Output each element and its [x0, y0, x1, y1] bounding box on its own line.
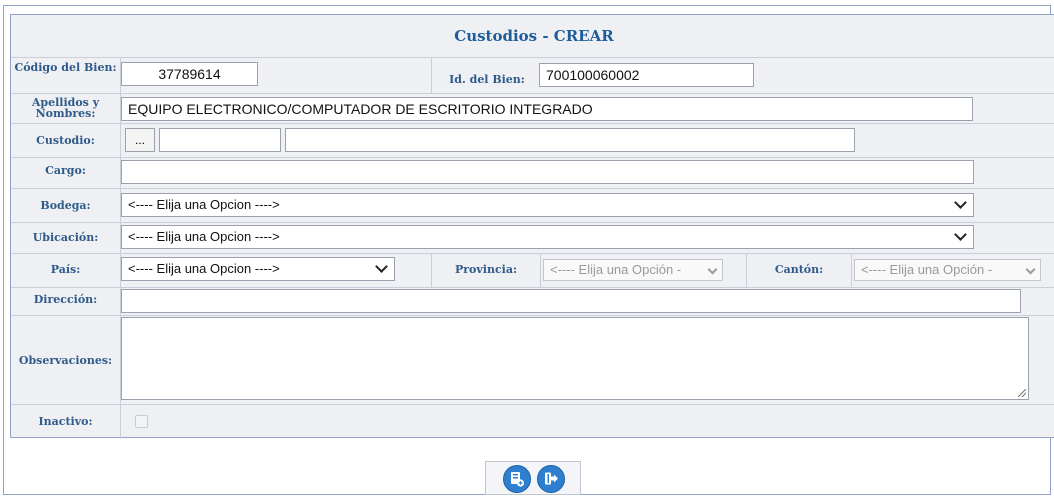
chevron-down-icon: [375, 260, 388, 273]
row-divider: [11, 93, 1054, 94]
bodega-select[interactable]: <---- Elija una Opcion ---->: [121, 193, 974, 217]
inactivo-checkbox[interactable]: [135, 415, 148, 428]
id-bien-field[interactable]: 700100060002: [539, 63, 754, 87]
canton-select[interactable]: <---- Elija una Opción -: [854, 259, 1041, 281]
canton-select-value: <---- Elija una Opción -: [861, 262, 993, 277]
bodega-label: Bodega:: [40, 199, 91, 212]
row-divider: [11, 222, 1054, 223]
row-divider: [11, 157, 1054, 158]
row-divider: [11, 315, 1054, 316]
inactivo-label: Inactivo:: [38, 415, 93, 428]
direccion-label: Dirección:: [33, 293, 98, 306]
pais-select-value: <---- Elija una Opcion ---->: [128, 261, 280, 276]
row-divider: [11, 253, 1054, 254]
observaciones-textarea[interactable]: [121, 317, 1029, 400]
row-divider: [11, 123, 1054, 124]
custodio-name-field[interactable]: [285, 128, 855, 152]
id-bien-label: Id. del Bien:: [449, 73, 525, 86]
provincia-label: Provincia:: [454, 263, 518, 276]
form-title: Custodios - CREAR: [11, 15, 1054, 58]
provincia-select-value: <---- Elija una Opción -: [550, 262, 682, 277]
apellidos-label: Apellidos y Nombres:: [31, 96, 100, 120]
bodega-select-value: <---- Elija una Opcion ---->: [128, 197, 280, 212]
row-divider: [11, 404, 1054, 405]
resize-grip-icon[interactable]: [1018, 389, 1026, 397]
provincia-select[interactable]: <---- Elija una Opción -: [543, 259, 723, 281]
codigo-field[interactable]: 37789614: [121, 62, 258, 86]
direccion-field[interactable]: [121, 289, 1021, 313]
cargo-label: Cargo:: [45, 164, 86, 177]
exit-button[interactable]: [537, 465, 565, 493]
divider: [540, 253, 541, 287]
ubicacion-select[interactable]: <---- Elija una Opcion ---->: [121, 225, 974, 249]
pais-select[interactable]: <---- Elija una Opcion ---->: [121, 257, 395, 281]
save-button[interactable]: [503, 465, 531, 493]
apellidos-field[interactable]: EQUIPO ELECTRONICO/COMPUTADOR DE ESCRITO…: [121, 97, 973, 121]
custodio-code-field[interactable]: [159, 128, 281, 152]
chevron-down-icon: [707, 264, 718, 275]
chevron-down-icon: [954, 196, 967, 209]
save-add-icon: [511, 472, 525, 487]
action-bar: [485, 461, 581, 495]
custodio-search-button[interactable]: ...: [125, 128, 155, 152]
chevron-down-icon: [954, 228, 967, 241]
ubicacion-label: Ubicación:: [32, 231, 99, 244]
canton-label: Cantón:: [774, 263, 824, 276]
divider: [851, 253, 852, 287]
pais-label: País:: [50, 263, 81, 276]
ubicacion-select-value: <---- Elija una Opcion ---->: [128, 229, 280, 244]
exit-icon: [545, 472, 558, 485]
codigo-label: Código del Bien:: [14, 61, 117, 74]
row-divider: [11, 188, 1054, 189]
cargo-field[interactable]: [121, 160, 974, 184]
row-divider: [11, 287, 1054, 288]
custodio-form-panel: Custodios - CREAR Código del Bien: 37789…: [10, 14, 1054, 439]
chevron-down-icon: [1025, 264, 1036, 275]
custodio-label: Custodio:: [36, 134, 95, 147]
observaciones-label: Observaciones:: [18, 354, 113, 367]
